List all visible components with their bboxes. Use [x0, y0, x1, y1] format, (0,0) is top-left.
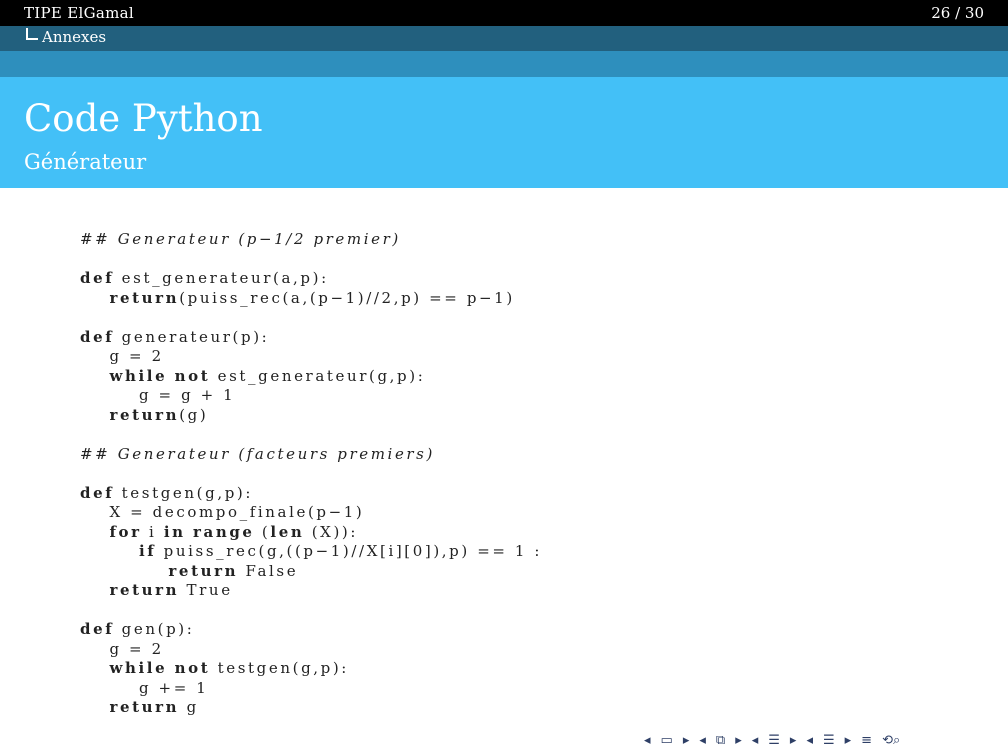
nav-left-arrow[interactable]: ◂	[806, 733, 813, 748]
code-line: while not est_generateur(g,p):	[109, 366, 426, 385]
code-line: g = 2	[109, 347, 164, 365]
frame-subtitle: Générateur	[24, 150, 147, 174]
corner-icon	[26, 28, 38, 40]
nav-right-arrow[interactable]: ▸	[735, 733, 742, 748]
nav-left-arrow[interactable]: ◂	[644, 733, 651, 748]
code-line: g = g + 1	[138, 386, 236, 404]
breadcrumb: Annexes	[26, 28, 106, 46]
subsection-icon[interactable]: ⧉	[716, 733, 725, 748]
align-icon[interactable]: ≡	[861, 733, 872, 748]
section-bar: Annexes	[0, 26, 1008, 51]
code-line: g += 1	[138, 678, 209, 697]
code-listing: ## Generateur (p−1/2 premier) def est_gen…	[80, 230, 542, 718]
code-line: X = decompo_finale(p−1)	[80, 503, 365, 521]
nav-right-arrow[interactable]: ▸	[683, 733, 690, 748]
code-line: return g	[109, 698, 199, 716]
code-line: def testgen(g,p):	[80, 483, 253, 502]
beamer-navigation: ◂ ▭ ▸ ◂ ⧉ ▸ ◂ ☰ ▸ ◂ ☰ ▸ ≡ ⟲⌕	[644, 730, 994, 750]
nav-right-arrow[interactable]: ▸	[790, 733, 797, 748]
code-line: return(g)	[109, 405, 209, 424]
code-line: ## Generateur (p−1/2 premier)	[80, 230, 401, 248]
code-line: g = 2	[109, 639, 164, 658]
section-label: Annexes	[42, 28, 107, 46]
top-header-bar: TIPE ElGamal 26 / 30	[0, 0, 1008, 26]
code-line: return(puiss_rec(a,(p−1)//2,p) == p−1)	[109, 288, 515, 307]
code-line: return True	[109, 581, 233, 599]
code-line: for i in range (len (X)):	[109, 522, 359, 541]
code-line: return False	[168, 561, 299, 580]
code-line: ## Generateur (facteurs premiers)	[80, 444, 435, 463]
frame-icon[interactable]: ▭	[661, 733, 673, 748]
section-icon[interactable]: ☰	[768, 733, 780, 748]
frame-title: Code Python	[24, 97, 263, 140]
presentation-title: TIPE ElGamal	[24, 4, 134, 22]
code-line: def est_generateur(a,p):	[80, 269, 329, 287]
code-line: def gen(p):	[80, 620, 195, 638]
code-line: while not testgen(g,p):	[109, 659, 349, 677]
search-icon[interactable]: ⟲⌕	[882, 733, 900, 748]
section-icon[interactable]: ☰	[823, 733, 835, 748]
decorative-band	[0, 51, 1008, 77]
code-line: def generateur(p):	[80, 327, 270, 346]
nav-left-arrow[interactable]: ◂	[699, 733, 706, 748]
page-counter: 26 / 30	[931, 4, 984, 22]
frame-title-bar: Code Python Générateur	[0, 77, 1008, 188]
nav-right-arrow[interactable]: ▸	[845, 733, 852, 748]
code-line: if puiss_rec(g,((p−1)//X[i][0]),p) == 1 …	[138, 542, 543, 560]
nav-left-arrow[interactable]: ◂	[752, 733, 759, 748]
